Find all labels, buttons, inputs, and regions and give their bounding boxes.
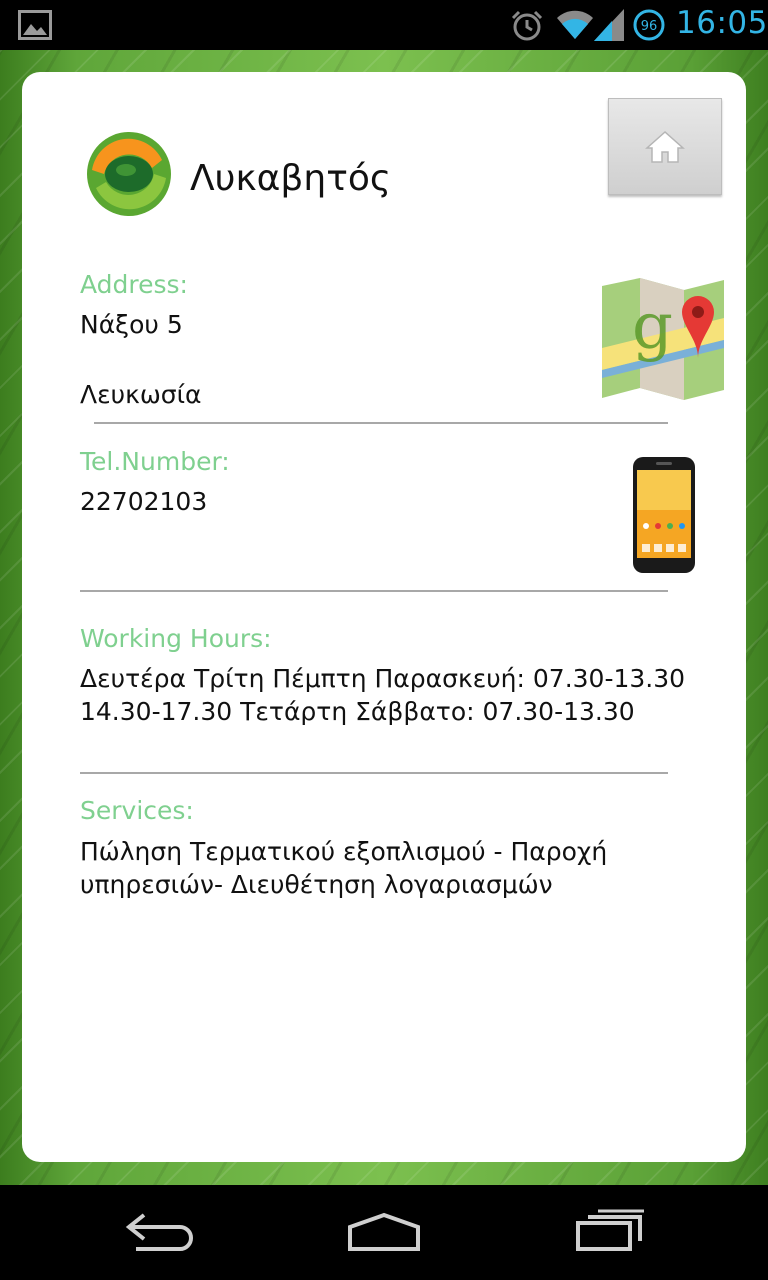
divider (80, 772, 668, 774)
svg-text:g: g (632, 290, 673, 364)
google-maps-icon[interactable]: g (602, 278, 724, 400)
wifi-icon (557, 10, 593, 39)
divider (94, 422, 668, 424)
services-line-1: Πώληση Τερματικού εξοπλισμού - Παροχή (80, 837, 608, 866)
home-button[interactable] (608, 98, 722, 195)
svg-text:96: 96 (641, 19, 658, 34)
store-details-card: Λυκαβητός Address: Νάξου 5 Λευκωσία g Te… (22, 72, 746, 1162)
services-label: Services: (80, 796, 194, 825)
home-icon (645, 130, 685, 163)
services-line-2: υπηρεσιών- Διευθέτηση λογαριασμών (80, 870, 553, 899)
hours-label: Working Hours: (80, 624, 272, 653)
divider (80, 590, 668, 592)
status-bar: 96 16:05 (0, 0, 768, 50)
recents-icon[interactable] (574, 1205, 648, 1255)
address-label: Address: (80, 270, 188, 299)
gallery-icon (18, 10, 52, 40)
address-city: Λευκωσία (80, 380, 202, 409)
hours-line-1: Δευτέρα Τρίτη Πέμπτη Παρασκευή: 07.30-13… (80, 664, 686, 693)
smartphone-icon[interactable] (632, 456, 696, 574)
tel-number: 22702103 (80, 487, 208, 516)
hours-line-2: 14.30-17.30 Τετάρτη Σάββατο: 07.30-13.30 (80, 697, 635, 726)
tel-label: Tel.Number: (80, 447, 230, 476)
address-street: Νάξου 5 (80, 310, 183, 339)
home-nav-icon[interactable] (346, 1205, 422, 1255)
battery-icon: 96 (633, 9, 665, 41)
signal-icon (594, 9, 624, 41)
navigation-bar (0, 1185, 768, 1280)
alarm-icon (511, 10, 543, 41)
back-icon[interactable] (124, 1205, 196, 1255)
brand-logo (87, 132, 171, 216)
status-clock: 16:05 (676, 5, 768, 41)
store-name: Λυκαβητός (190, 158, 392, 199)
